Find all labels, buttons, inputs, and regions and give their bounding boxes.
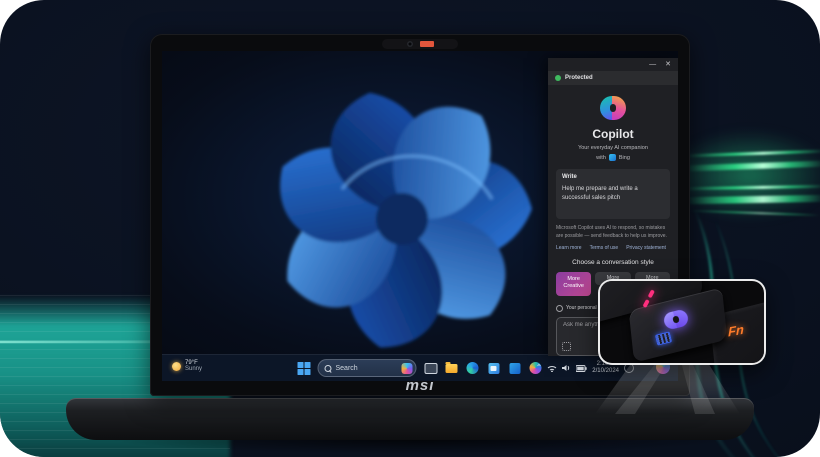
webcam-lens-icon [407,41,413,47]
laptop-base [66,398,754,440]
ai-disclaimer: Microsoft Copilot uses AI to respond, so… [556,225,670,240]
store-icon [488,363,499,374]
style-more-creative-button[interactable]: More Creative [556,272,591,296]
fn-key-label: Fn [728,322,744,340]
green-glow [670,130,820,220]
bing-icon [609,154,616,161]
suggestion-card[interactable]: Write Help me prepare and write a succes… [556,169,670,219]
close-button[interactable]: ✕ [665,60,671,68]
copilot-tagline: Your everyday AI companion [548,145,678,151]
suggestion-title: Write [562,174,664,180]
volume-icon [562,364,571,372]
task-view-button[interactable] [424,361,438,375]
search-highlight-icon [402,363,413,374]
webcam-shutter-icon [420,41,434,47]
webcam-module [382,39,458,49]
store-button[interactable] [487,361,501,375]
copilot-title: Copilot [548,127,678,141]
folder-icon [446,364,458,373]
search-label: Search [336,365,398,372]
copilot-key-zoom-inset: Fn [598,279,766,365]
tray-chevron-icon[interactable]: ⌃ [536,363,543,372]
conversation-style-heading: Choose a conversation style [548,259,678,266]
wifi-icon [547,364,557,372]
suggestion-body: Help me prepare and write a successful s… [562,185,664,203]
learn-more-link[interactable]: Learn more [556,245,582,251]
copilot-logo-icon [600,96,626,120]
with-label: with [596,155,606,161]
minimize-button[interactable]: — [649,61,656,68]
weather-widget[interactable]: 79°F Sunny [168,358,206,375]
edge-button[interactable] [466,361,480,375]
terms-link[interactable]: Terms of use [590,245,619,251]
start-button[interactable] [298,362,311,375]
task-view-icon [424,363,437,374]
edge-icon [467,362,479,374]
privacy-link[interactable]: Privacy statement [626,245,666,251]
protected-label: Protected [565,75,593,81]
hero-scene: msi [0,0,820,457]
bing-label: Bing [619,155,630,161]
weather-condition: Sunny [185,366,202,372]
mail-button[interactable] [508,361,522,375]
search-icon [325,365,332,372]
protected-status-icon [555,75,561,81]
battery-icon [576,365,587,372]
protected-banner: Protected [548,71,678,86]
tray-date: 2/10/2024 [592,368,619,375]
sun-icon [172,362,181,371]
windows-bloom-wallpaper [252,69,552,369]
mail-icon [509,363,520,374]
privacy-info-icon [556,305,563,312]
input-options-icon [562,342,571,351]
search-input[interactable]: Search [318,359,417,377]
file-explorer-button[interactable] [445,361,459,375]
